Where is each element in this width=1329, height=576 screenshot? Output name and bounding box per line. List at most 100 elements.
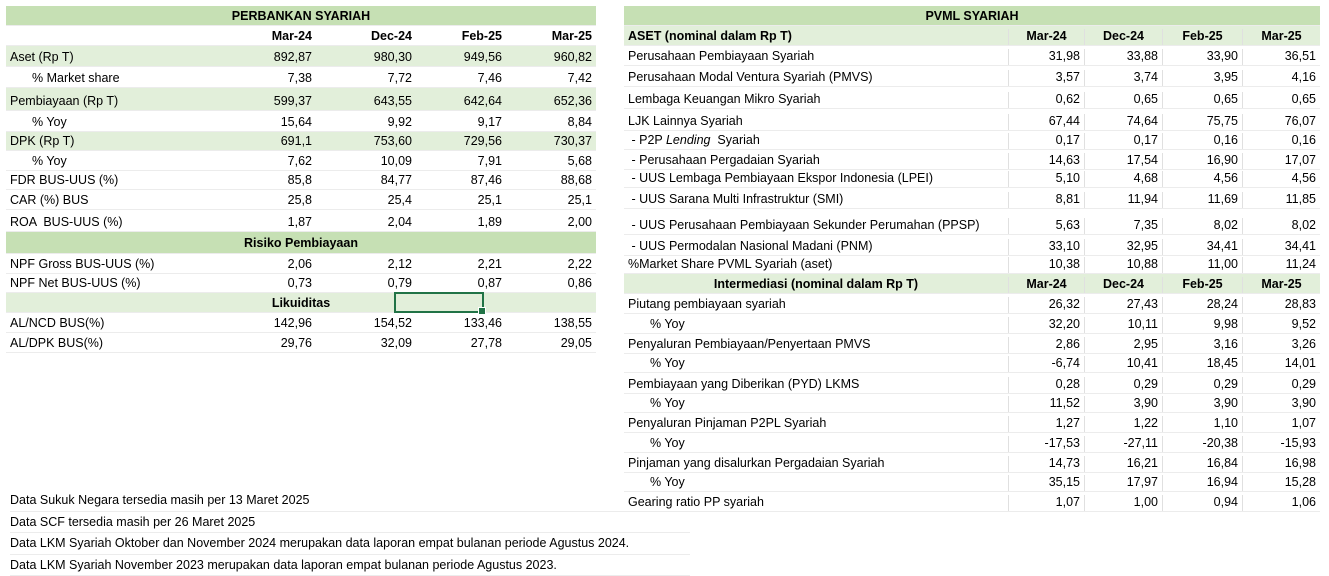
header-cell: Dec-24 (1084, 29, 1162, 45)
value-cell: 138,55 (553, 316, 592, 330)
value-cell: 16,21 (1084, 456, 1162, 472)
table-row: % Market share 7,38 7,72 7,46 7,42 (6, 67, 596, 88)
footnotes: Data Sukuk Negara tersedia masih per 13 … (10, 490, 690, 576)
value-cell: 5,10 (1008, 171, 1084, 187)
table-row: NPF Net BUS-UUS (%) 0,73 0,79 0,87 0,86 (6, 274, 596, 293)
value-cell: 3,90 (1242, 396, 1320, 412)
label-part: Syariah (710, 133, 760, 147)
value-cell: 88,68 (560, 173, 592, 187)
value-cell: 87,46 (470, 173, 502, 187)
value-cell: 7,46 (477, 71, 502, 85)
value-cell: 1,07 (1242, 416, 1320, 432)
value-cell: 33,10 (1008, 239, 1084, 255)
perbankan-header-row: Mar-24 Dec-24 Feb-25 Mar-25 (6, 26, 596, 46)
value-cell: 3,57 (1008, 70, 1084, 86)
table-row: % Yoy 35,15 17,97 16,94 15,28 (624, 473, 1320, 492)
table-row: Pinjaman yang disalurkan Pergadaian Syar… (624, 453, 1320, 473)
row-label: % Yoy (650, 475, 685, 489)
value-cell: 31,98 (1008, 49, 1084, 65)
row-label: Piutang pembiayaan syariah (628, 297, 786, 311)
value-cell: 8,02 (1162, 218, 1242, 234)
value-cell: 0,17 (1084, 133, 1162, 149)
value-cell: 4,56 (1162, 171, 1242, 187)
value-cell: 0,65 (1084, 92, 1162, 108)
pvml-title-row: PVML SYARIAH (624, 6, 1320, 26)
value-cell: 10,38 (1008, 257, 1084, 273)
table-row: LJK Lainnya Syariah 67,44 74,64 75,75 76,07 (624, 109, 1320, 131)
selected-cell[interactable] (394, 292, 486, 315)
value-cell: 14,63 (1008, 153, 1084, 169)
row-label: % Yoy (650, 396, 685, 410)
value-cell: 0,79 (387, 276, 412, 290)
row-label: % Yoy (650, 436, 685, 450)
inter-header-row: Intermediasi (nominal dalam Rp T) Mar-24… (624, 274, 1320, 294)
value-cell: 26,32 (1008, 297, 1084, 313)
value-cell: 32,95 (1084, 239, 1162, 255)
table-row: Lembaga Keuangan Mikro Syariah 0,62 0,65 0,… (624, 87, 1320, 109)
value-cell: 0,62 (1008, 92, 1084, 108)
header-cell: Intermediasi (nominal dalam Rp T) (713, 277, 919, 291)
table-row: Piutang pembiayaan syariah 26,32 27,43 28,2… (624, 294, 1320, 314)
value-cell: -17,53 (1008, 436, 1084, 452)
header-cell: Mar-25 (1242, 29, 1320, 45)
table-row: Perusahaan Modal Ventura Syariah (PMVS) 3… (624, 66, 1320, 87)
table-row: FDR BUS-UUS (%) 85,8 84,77 87,46 88,68 (6, 171, 596, 190)
value-cell: 892,87 (273, 50, 312, 64)
pvml-title: PVML SYARIAH (925, 8, 1019, 23)
risk-section-title: Risiko Pembiayaan (244, 235, 358, 250)
value-cell: 9,52 (1242, 317, 1320, 333)
pvml-syariah-table: PVML SYARIAH ASET (nominal dalam Rp T) M… (624, 6, 1320, 512)
value-cell: 0,29 (1162, 377, 1242, 393)
table-row: - UUS Lembaga Pembiayaan Ekspor Indonesi… (624, 170, 1320, 188)
row-label: CAR (%) BUS (10, 193, 89, 207)
value-cell: 2,12 (387, 257, 412, 271)
value-cell: 0,29 (1084, 377, 1162, 393)
row-label: % Market share (32, 71, 120, 85)
value-cell: 0,29 (1242, 377, 1320, 393)
header-cell: Feb-25 (1162, 277, 1242, 293)
value-cell: 2,06 (287, 257, 312, 271)
value-cell: 0,73 (287, 276, 312, 290)
value-cell: 980,30 (373, 50, 412, 64)
row-label: Pinjaman yang disalurkan Pergadaian Syar… (628, 456, 885, 470)
value-cell: 3,95 (1162, 70, 1242, 86)
value-cell: 0,87 (477, 276, 502, 290)
table-row: % Yoy 7,62 10,09 7,91 5,68 (6, 151, 596, 171)
value-cell: 8,81 (1008, 192, 1084, 208)
value-cell: 730,37 (553, 134, 592, 148)
value-cell: 16,94 (1162, 475, 1242, 491)
row-label: AL/DPK BUS(%) (10, 336, 104, 350)
fill-handle[interactable] (478, 307, 486, 315)
value-cell: 15,28 (1242, 475, 1320, 491)
table-row: AL/DPK BUS(%) 29,76 32,09 27,78 29,05 (6, 333, 596, 353)
table-row: Gearing ratio PP syariah 1,07 1,00 0,94 1,06 (624, 492, 1320, 512)
value-cell: 29,05 (560, 336, 592, 350)
header-cell: Mar-25 (1242, 277, 1320, 293)
header-cell: Dec-24 (371, 29, 412, 43)
value-cell: 17,97 (1084, 475, 1162, 491)
risk-section-header: Risiko Pembiayaan (6, 232, 596, 254)
value-cell: 4,56 (1242, 171, 1320, 187)
table-row: ROA BUS-UUS (%) 1,87 2,04 1,89 2,00 (6, 210, 596, 232)
value-cell: 11,52 (1008, 396, 1084, 412)
value-cell: 7,35 (1084, 218, 1162, 234)
header-cell: Dec-24 (1084, 277, 1162, 293)
footnote: Data LKM Syariah Oktober dan November 20… (10, 533, 690, 555)
label-part: - P2P (628, 133, 666, 147)
liq-section-title: Likuiditas (271, 295, 331, 310)
footnote: Data SCF tersedia masih per 26 Maret 202… (10, 512, 690, 533)
header-cell: ASET (nominal dalam Rp T) (628, 29, 792, 43)
value-cell: 10,41 (1084, 356, 1162, 372)
value-cell: 27,78 (470, 336, 502, 350)
row-label: - Perusahaan Pergadaian Syariah (628, 153, 820, 167)
value-cell: 11,94 (1084, 192, 1162, 208)
row-label: Aset (Rp T) (10, 50, 74, 64)
row-label: Perusahaan Pembiayaan Syariah (628, 49, 815, 63)
row-label: DPK (Rp T) (10, 134, 75, 148)
value-cell: 3,74 (1084, 70, 1162, 86)
table-row: Pembiayaan (Rp T) 599,37 643,55 642,64 652,3… (6, 88, 596, 111)
value-cell: 36,51 (1242, 49, 1320, 65)
value-cell: 67,44 (1008, 114, 1084, 130)
row-label: LJK Lainnya Syariah (628, 114, 743, 128)
value-cell: 33,88 (1084, 49, 1162, 65)
